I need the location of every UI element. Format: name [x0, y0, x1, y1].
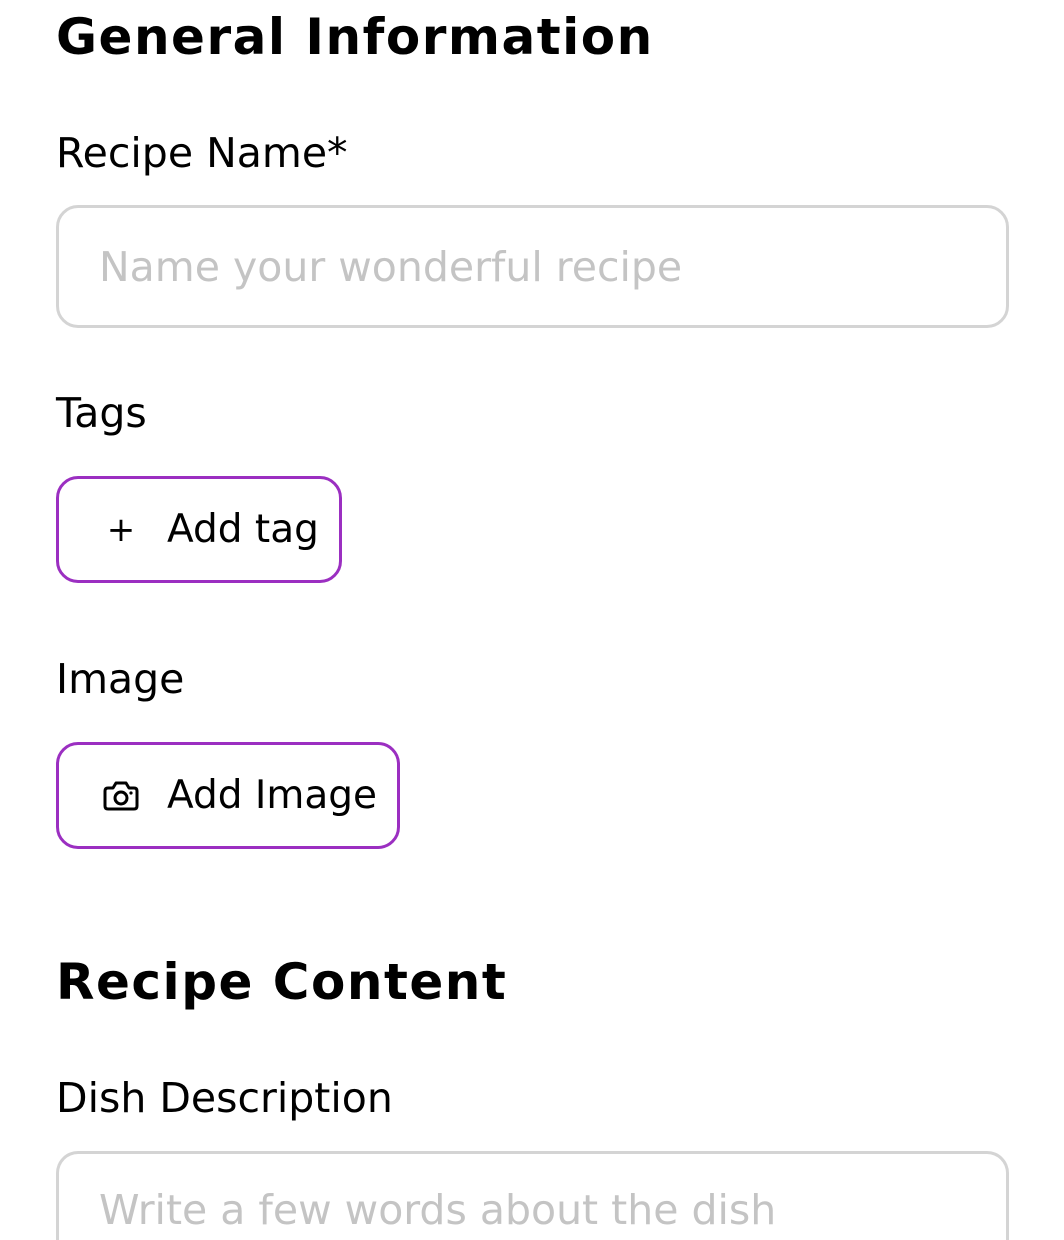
general-information-heading: General Information: [56, 8, 654, 66]
image-label: Image: [56, 655, 185, 703]
tags-label: Tags: [56, 389, 147, 437]
add-image-button[interactable]: Add Image: [56, 742, 400, 849]
recipe-content-heading: Recipe Content: [56, 953, 508, 1011]
dish-description-textarea[interactable]: [56, 1151, 1009, 1240]
dish-description-label: Dish Description: [56, 1074, 393, 1122]
recipe-name-label: Recipe Name*: [56, 129, 348, 177]
add-tag-label: Add tag: [167, 507, 319, 552]
camera-icon: [101, 776, 141, 816]
add-image-label: Add Image: [167, 773, 378, 818]
plus-icon: +: [106, 509, 136, 550]
add-tag-button[interactable]: + Add tag: [56, 476, 342, 583]
recipe-form-page: General Information Recipe Name* Tags + …: [0, 0, 1064, 1240]
recipe-name-input[interactable]: [56, 205, 1009, 328]
